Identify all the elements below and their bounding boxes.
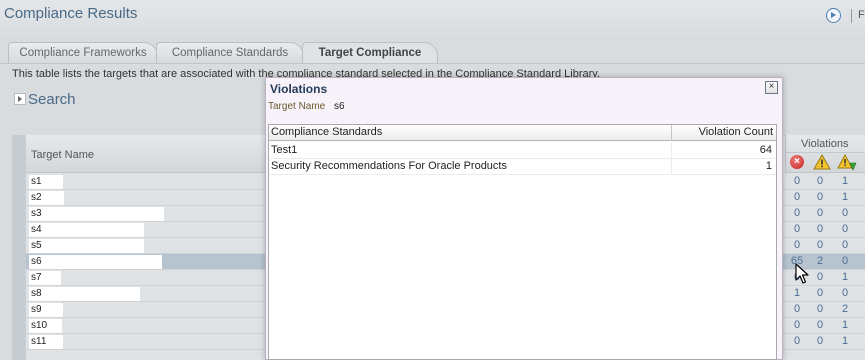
critical-count[interactable]: 0 — [787, 175, 807, 187]
warning-count[interactable]: 0 — [810, 287, 830, 299]
target-name-cell[interactable]: s9 — [29, 303, 63, 317]
minor-count[interactable]: 1 — [835, 319, 855, 331]
minor-warning-icon[interactable] — [837, 154, 857, 171]
column-divider — [671, 158, 672, 175]
violation-row[interactable]: Test1 64 — [269, 142, 776, 159]
page-title: Compliance Results — [4, 5, 138, 22]
target-name-cell[interactable]: s7 — [29, 271, 61, 285]
target-name-cell[interactable]: s8 — [29, 287, 140, 301]
target-name-cell[interactable]: s5 — [29, 239, 144, 253]
header-divider — [851, 9, 852, 23]
minor-count[interactable]: 0 — [835, 287, 855, 299]
minor-count[interactable]: 0 — [835, 239, 855, 251]
close-icon[interactable]: × — [765, 81, 778, 94]
target-name-label: Target Name — [268, 101, 326, 112]
expand-triangle-icon[interactable] — [14, 93, 26, 105]
critical-count[interactable]: 0 — [787, 207, 807, 219]
minor-count[interactable]: 1 — [835, 175, 855, 187]
critical-count[interactable]: 0 — [787, 191, 807, 203]
mouse-pointer-icon — [795, 263, 809, 284]
warning-count[interactable]: 0 — [810, 207, 830, 219]
column-divider — [671, 142, 672, 159]
warning-count[interactable]: 0 — [810, 175, 830, 187]
violation-count-column-header[interactable]: Violation Count — [672, 125, 776, 141]
critical-count[interactable]: 1 — [787, 287, 807, 299]
minor-count[interactable]: 1 — [835, 271, 855, 283]
dialog-title: Violations — [270, 82, 328, 96]
row-selector-column — [12, 135, 26, 360]
minor-count[interactable]: 0 — [835, 223, 855, 235]
minor-count[interactable]: 1 — [835, 335, 855, 347]
standard-name: Test1 — [271, 144, 298, 156]
warning-count[interactable]: 0 — [810, 223, 830, 235]
target-name-column-header[interactable]: Target Name — [26, 135, 270, 173]
target-name-cell[interactable]: s11 — [29, 335, 63, 349]
tab-target-compliance[interactable]: Target Compliance — [302, 42, 438, 64]
play-circle-icon[interactable] — [826, 8, 841, 23]
critical-count[interactable]: 0 — [787, 319, 807, 331]
target-name-cell[interactable]: s2 — [29, 191, 64, 205]
compliance-standards-column-header[interactable]: Compliance Standards — [269, 125, 672, 141]
target-name-cell[interactable]: s10 — [29, 319, 62, 333]
minor-count[interactable]: 0 — [835, 255, 855, 267]
minor-count[interactable]: 2 — [835, 303, 855, 315]
critical-icon[interactable]: × — [790, 155, 804, 169]
target-name-value: s6 — [334, 101, 345, 112]
target-name-cell[interactable]: s4 — [29, 223, 144, 237]
header-truncated-link[interactable]: F — [858, 9, 865, 21]
warning-count[interactable]: 0 — [810, 303, 830, 315]
warning-count[interactable]: 0 — [810, 335, 830, 347]
search-section-title[interactable]: Search — [28, 91, 76, 108]
violations-header-label: Violations — [801, 138, 849, 150]
warning-count[interactable]: 0 — [810, 319, 830, 331]
target-name-cell[interactable]: s1 — [29, 175, 63, 189]
tab-compliance-frameworks[interactable]: Compliance Frameworks — [8, 42, 158, 64]
warning-count[interactable]: 0 — [810, 271, 830, 283]
warning-count[interactable]: 0 — [810, 191, 830, 203]
warning-icon[interactable] — [813, 154, 831, 170]
critical-count[interactable]: 0 — [787, 223, 807, 235]
violations-header-divider — [786, 152, 865, 153]
target-name-cell[interactable]: s6 — [29, 255, 162, 269]
minor-count[interactable]: 0 — [835, 207, 855, 219]
critical-count[interactable]: 0 — [787, 335, 807, 347]
violation-row[interactable]: Security Recommendations For Oracle Prod… — [269, 158, 776, 175]
violation-count: 1 — [765, 160, 772, 172]
warning-count[interactable]: 2 — [810, 255, 830, 267]
warning-count[interactable]: 0 — [810, 239, 830, 251]
target-name-cell[interactable]: s3 — [29, 207, 164, 221]
standard-name: Security Recommendations For Oracle Prod… — [271, 160, 507, 172]
minor-count[interactable]: 1 — [835, 191, 855, 203]
violation-count: 64 — [759, 144, 772, 156]
critical-count[interactable]: 0 — [787, 239, 807, 251]
critical-count[interactable]: 0 — [787, 303, 807, 315]
tab-compliance-standards[interactable]: Compliance Standards — [156, 42, 304, 64]
tab-strip-divider — [0, 63, 865, 64]
